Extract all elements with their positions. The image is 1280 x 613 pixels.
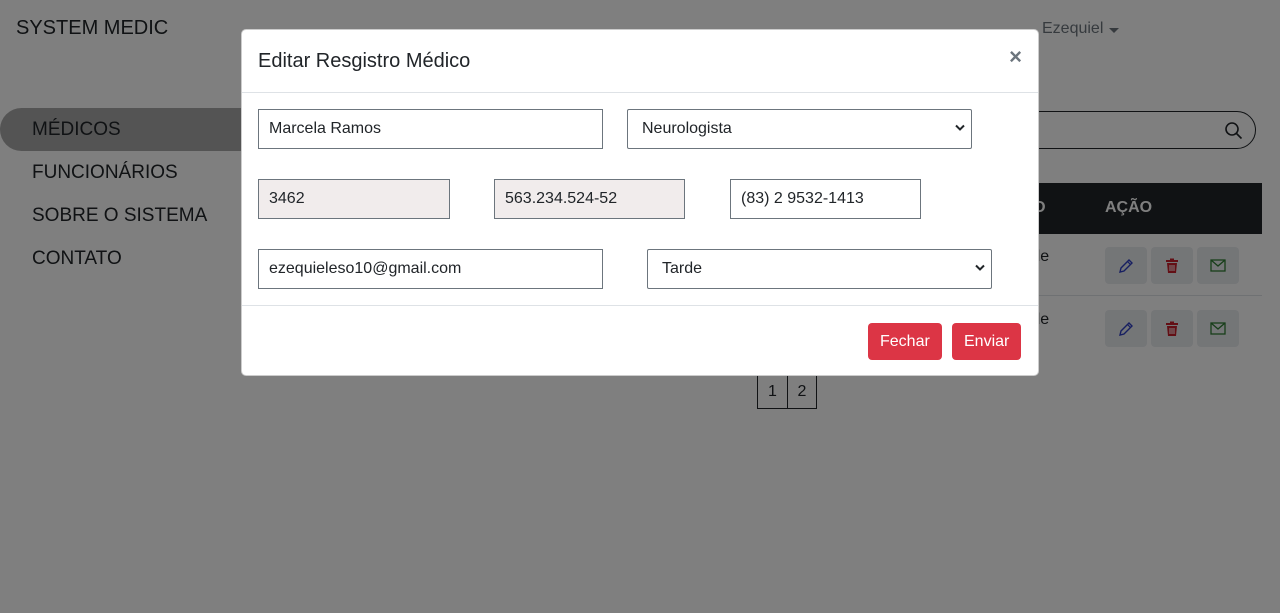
- chevron-down-icon: [955, 124, 965, 131]
- specialty-value: Neurologista: [642, 120, 732, 137]
- close-icon[interactable]: ×: [1009, 46, 1022, 68]
- modal-footer: Fechar Enviar: [242, 305, 1038, 376]
- modal-title: Editar Resgistro Médico: [258, 50, 471, 72]
- chevron-down-icon: [975, 264, 985, 271]
- email-field[interactable]: ezequieleso10@gmail.com: [258, 249, 603, 289]
- shift-select[interactable]: Tarde: [647, 249, 992, 289]
- enviar-button[interactable]: Enviar: [952, 323, 1022, 360]
- cpf-field: 563.234.524-52: [494, 179, 685, 219]
- modal-header: Editar Resgistro Médico ×: [242, 30, 1038, 93]
- phone-field[interactable]: (83) 2 9532-1413: [730, 179, 921, 219]
- fechar-button[interactable]: Fechar: [868, 323, 942, 360]
- code-field: 3462: [258, 179, 450, 219]
- shift-value: Tarde: [662, 260, 703, 277]
- name-field[interactable]: Marcela Ramos: [258, 109, 603, 149]
- specialty-select[interactable]: Neurologista: [627, 109, 972, 149]
- edit-record-modal: Editar Resgistro Médico × Marcela Ramos …: [241, 29, 1039, 376]
